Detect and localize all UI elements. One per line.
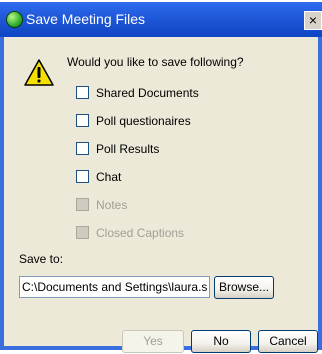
notes-label: Notes	[96, 198, 128, 212]
save-path-input[interactable]	[19, 276, 210, 298]
browse-button[interactable]: Browse...	[214, 276, 274, 299]
chat-label: Chat	[96, 170, 122, 184]
poll-questionaires-checkbox[interactable]	[76, 114, 89, 127]
poll-questionaires-label: Poll questionaires	[96, 114, 191, 128]
closed-captions-label: Closed Captions	[96, 226, 185, 240]
window-title: Save Meeting Files	[26, 11, 146, 27]
yes-button: Yes	[122, 330, 184, 353]
dialog-body: Would you like to save following? Shared…	[4, 37, 318, 353]
title-bar[interactable]: Save Meeting Files ×	[0, 2, 322, 37]
save-meeting-files-dialog: Save Meeting Files × Would you like to s…	[0, 2, 322, 353]
meeting-globe-icon	[6, 11, 23, 28]
poll-results-checkbox[interactable]	[76, 142, 89, 155]
save-prompt: Would you like to save following?	[67, 55, 244, 69]
closed-captions-checkbox	[76, 226, 89, 239]
close-button[interactable]: ×	[304, 11, 322, 30]
shared-documents-checkbox[interactable]	[76, 86, 89, 99]
notes-checkbox	[76, 198, 89, 211]
poll-results-label: Poll Results	[96, 142, 160, 156]
save-to-label: Save to:	[19, 252, 64, 266]
shared-documents-label: Shared Documents	[96, 86, 199, 100]
chat-checkbox[interactable]	[76, 170, 89, 183]
no-button[interactable]: No	[191, 330, 251, 353]
warning-icon	[24, 59, 54, 86]
cancel-button[interactable]: Cancel	[258, 330, 318, 353]
